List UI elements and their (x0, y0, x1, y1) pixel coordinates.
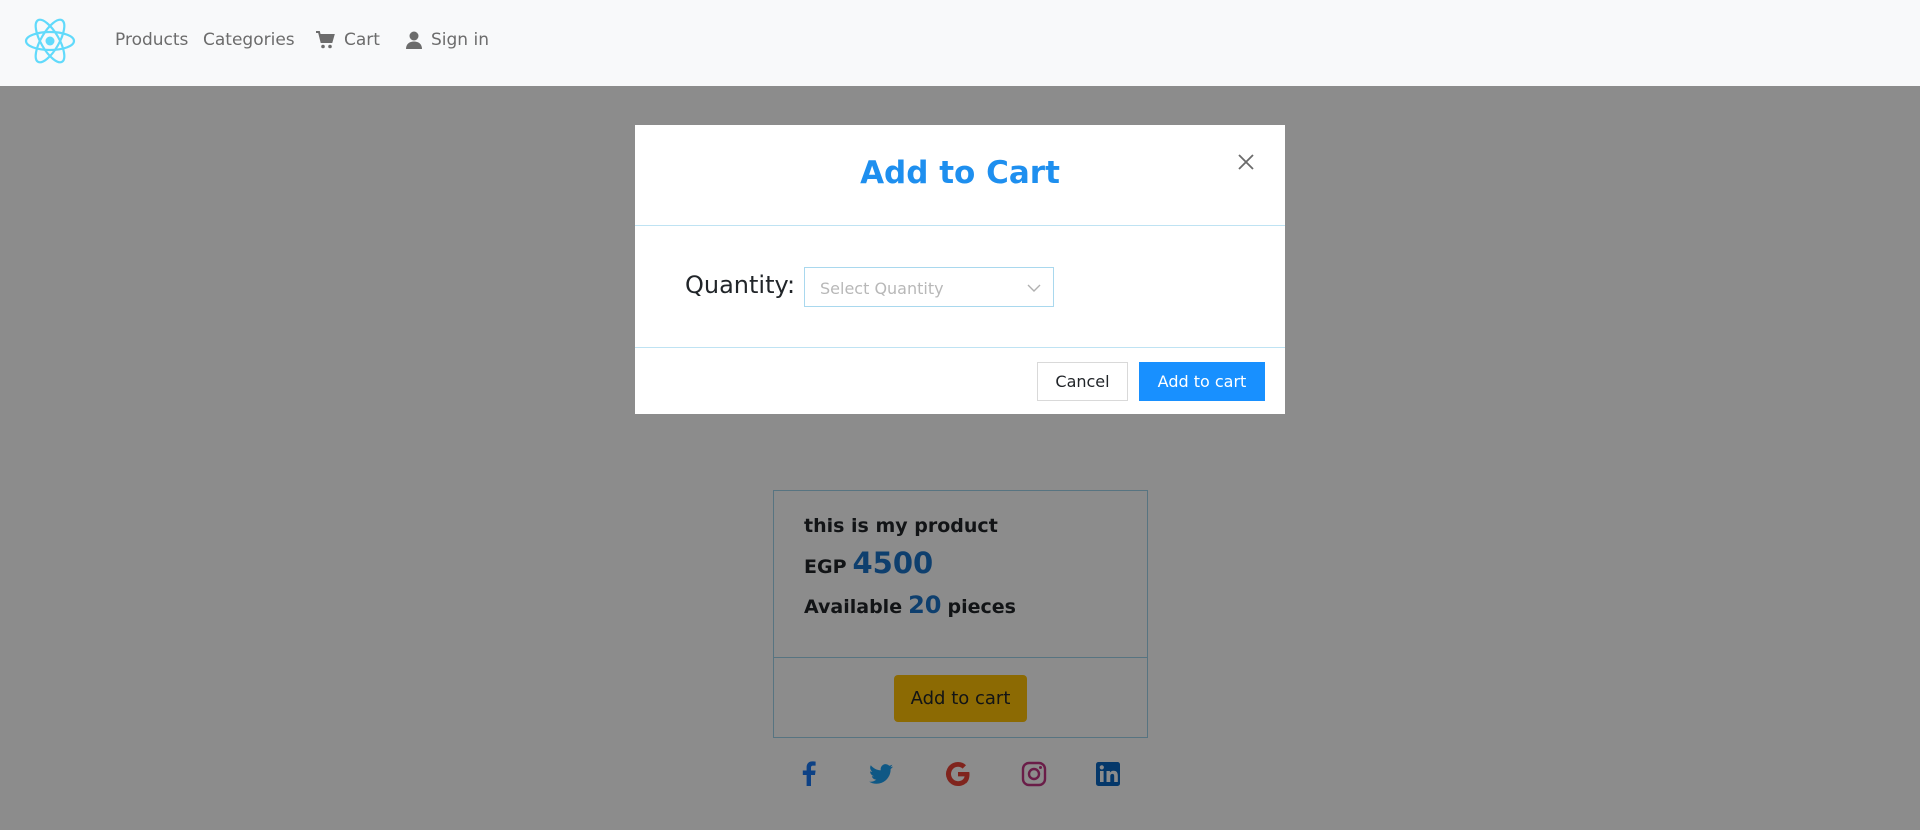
modal-title: Add to Cart (860, 155, 1060, 191)
nav-signin-label: Sign in (431, 30, 489, 50)
modal-header-divider (635, 225, 1285, 226)
cancel-button[interactable]: Cancel (1037, 362, 1128, 401)
nav-cart[interactable]: Cart (315, 30, 380, 50)
nav-categories[interactable]: Categories (203, 30, 295, 50)
quantity-label: Quantity: (685, 271, 796, 299)
react-logo-icon[interactable] (24, 17, 76, 65)
add-to-cart-modal: Add to Cart Quantity: Select Quantity Ca… (635, 125, 1285, 414)
nav-products[interactable]: Products (115, 30, 188, 50)
nav-products-label: Products (115, 30, 189, 50)
nav-categories-label: Categories (203, 30, 295, 50)
quantity-placeholder: Select Quantity (820, 279, 944, 298)
chevron-down-icon (1027, 284, 1041, 292)
add-to-cart-button[interactable]: Add to cart (1139, 362, 1265, 401)
cart-icon (316, 31, 335, 49)
modal-footer-divider (635, 347, 1285, 348)
quantity-select[interactable]: Select Quantity (804, 267, 1054, 307)
nav-signin[interactable]: Sign in (406, 30, 489, 50)
close-icon[interactable] (1235, 151, 1257, 173)
user-icon (406, 31, 422, 49)
navbar: Products Categories Cart Sign in (0, 0, 1920, 86)
nav-cart-label: Cart (344, 30, 380, 50)
